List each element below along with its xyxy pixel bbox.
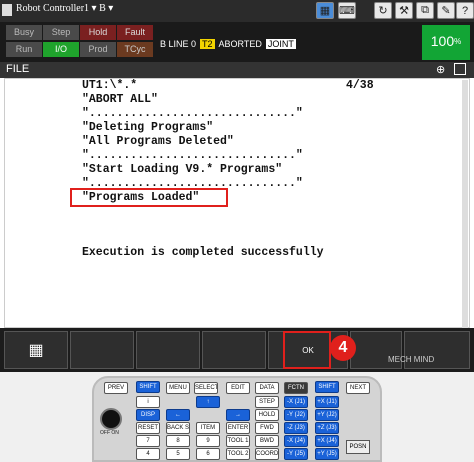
scrollbar[interactable] [462,80,468,328]
fctn-key[interactable]: FCTN [284,382,308,394]
keyboard-icon[interactable]: ⌨ [338,2,356,19]
io-indicator: I/O [43,42,79,57]
jog-plus-rx-key[interactable]: +X (J4) [315,435,339,447]
ok-highlight-box [283,331,331,369]
run-indicator: Run [6,42,42,57]
jog-plus-y-key[interactable]: +Y (J2) [315,409,339,421]
app-icon [2,4,12,16]
power-switch[interactable] [100,408,122,430]
key-9[interactable]: 9 [196,435,220,447]
mode-badge: T2 [200,39,215,49]
jog-minus-z-key[interactable]: -Z (J3) [284,422,308,434]
refresh-icon[interactable]: ↻ [374,2,392,19]
key-8[interactable]: 8 [166,435,190,447]
zoom-icon[interactable]: ⊕ [436,63,445,76]
key-6[interactable]: 6 [196,448,220,460]
item-key[interactable]: ITEM [196,422,220,434]
grid-icon: ▦ [28,342,44,359]
prod-indicator: Prod [80,42,116,57]
tool1-key[interactable]: TOOL 1 [226,435,250,447]
shift-key-right[interactable]: SHIFT [315,381,339,393]
override-value: 100 [430,33,455,49]
output-line: "Deleting Programs" [82,121,214,134]
softkey-f1[interactable] [70,331,134,369]
hold-key[interactable]: HOLD [255,409,279,421]
step-indicator: Step [43,25,79,40]
busy-indicator: Busy [6,25,42,40]
edit-icon[interactable]: ✎ [437,2,455,19]
power-label: OFF ON [100,430,119,436]
edit-key[interactable]: EDIT [226,382,250,394]
reset-key[interactable]: RESET [136,422,160,434]
info-key[interactable]: i [136,396,160,408]
fault-indicator: Fault [117,25,153,40]
tools-icon[interactable]: ⚒ [395,2,413,19]
watermark: MECH MIND [388,355,435,364]
jog-plus-x-key[interactable]: +X (J1) [315,396,339,408]
tcyc-indicator: TCyc [117,42,153,57]
completion-message: Execution is completed successfully [82,246,324,259]
screen-title: FILE [6,63,30,75]
output-line: UT1:\*.* [82,79,138,92]
jog-plus-z-key[interactable]: +Z (J3) [315,422,339,434]
output-line: "Start Loading V9.* Programs" [82,163,283,176]
output-line: ".............................." [82,107,303,120]
window-split-icon[interactable] [454,63,466,75]
help-icon[interactable]: ? [456,2,474,19]
output-line: "All Programs Deleted" [82,135,234,148]
menu-key[interactable]: MENU [166,382,190,394]
window-title[interactable]: Robot Controller1 ▾ B ▾ [16,3,113,14]
step-number-badge: 4 [330,335,356,361]
key-5[interactable]: 5 [166,448,190,460]
arrow-right-key[interactable]: → [226,409,250,421]
key-4[interactable]: 4 [136,448,160,460]
highlight-box [70,188,228,207]
line-info: B LINE 0 [160,39,197,49]
override-unit: % [454,37,462,46]
bwd-key[interactable]: BWD [255,435,279,447]
screen-header [0,62,474,78]
softkey-f3[interactable] [202,331,266,369]
shift-key-left[interactable]: SHIFT [136,381,160,393]
jog-minus-y-key[interactable]: -Y (J2) [284,409,308,421]
jog-minus-ry-key[interactable]: -Y (J5) [284,448,308,460]
arrow-up-key[interactable]: ↑ [196,396,220,408]
backspace-key[interactable]: BACK SPACE [166,422,190,434]
next-key[interactable]: NEXT [346,382,370,394]
coord-badge: JOINT [265,39,296,49]
prev-key[interactable]: PREV [104,382,128,394]
output-line: ".............................." [82,149,303,162]
output-line: "ABORT ALL" [82,93,158,106]
status-line: B LINE 0 T2 ABORTED JOINT [160,39,296,49]
select-key[interactable]: SELECT [194,382,218,394]
enter-key[interactable]: ENTER [226,422,250,434]
fwd-key[interactable]: FWD [255,422,279,434]
link-icon[interactable]: ⧉ [416,2,434,19]
jog-plus-ry-key[interactable]: +Y (J5) [315,448,339,460]
disp-key[interactable]: DISP [136,409,160,421]
softkey-f2[interactable] [136,331,200,369]
jog-minus-x-key[interactable]: -X (J1) [284,396,308,408]
step-key[interactable]: STEP [255,396,279,408]
coord-key[interactable]: COORD [255,448,279,460]
data-key[interactable]: DATA [255,382,279,394]
posn-key[interactable]: POSN [346,440,370,454]
display-icon[interactable]: ▦ [316,2,334,19]
hold-indicator: Hold [80,25,116,40]
page-indicator: 4/38 [346,79,374,92]
tool2-key[interactable]: TOOL 2 [226,448,250,460]
override-display[interactable]: 100% [422,25,470,60]
menu-softkey[interactable]: ▦ [4,331,68,369]
arrow-left-key[interactable]: ← [166,409,190,421]
key-7[interactable]: 7 [136,435,160,447]
jog-minus-rx-key[interactable]: -X (J4) [284,435,308,447]
program-state: ABORTED [218,39,262,49]
